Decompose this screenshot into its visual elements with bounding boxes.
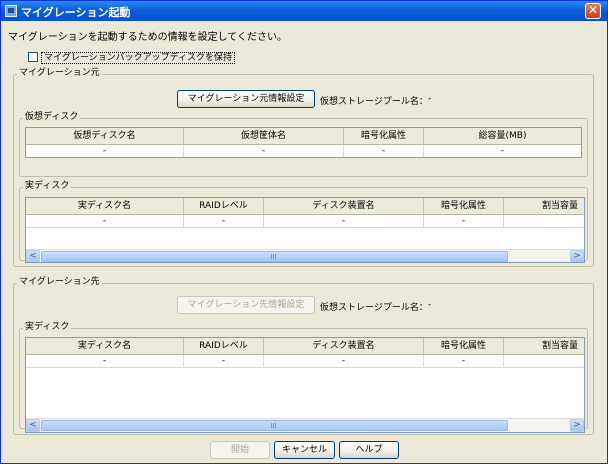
table-cell: - xyxy=(184,355,264,367)
dest-pool-label: 仮想ストレージプール名： xyxy=(320,303,428,313)
column-header[interactable]: RAIDレベル xyxy=(184,198,264,214)
dest-real-disk-legend: 実ディスク xyxy=(23,322,72,333)
source-real-disk-legend: 実ディスク xyxy=(23,181,72,192)
table-cell: - xyxy=(26,215,184,227)
window-title: マイグレーション起動 xyxy=(21,6,131,19)
keep-backup-label[interactable]: マイグレーションバックアップディスクを保持 xyxy=(41,52,236,64)
table-cell: - xyxy=(504,215,585,227)
instruction-text: マイグレーションを起動するための情報を設定してください。 xyxy=(8,32,287,43)
column-header[interactable]: 仮想ディスク名 xyxy=(26,128,184,144)
table-cell: - xyxy=(184,145,344,157)
source-virtual-disk-legend: 仮想ディスク xyxy=(23,112,81,123)
scroll-thumb[interactable] xyxy=(41,420,508,431)
cancel-button[interactable]: キャンセル xyxy=(274,441,335,459)
table-cell: - xyxy=(264,215,424,227)
source-info-button[interactable]: マイグレーション元情報設定 xyxy=(177,90,315,108)
dest-real-disk-table[interactable]: 実ディスク名 RAIDレベル ディスク装置名 暗号化属性 割当容量 - - - … xyxy=(25,337,585,433)
table-cell: - xyxy=(424,215,504,227)
column-header[interactable]: 実ディスク名 xyxy=(26,198,184,214)
dest-info-button[interactable]: マイグレーション先情報設定 xyxy=(177,296,315,314)
table-cell: - xyxy=(424,145,581,157)
table-cell: - xyxy=(264,355,424,367)
dest-horizontal-scrollbar[interactable]: < > xyxy=(26,418,584,432)
table-cell: - xyxy=(184,215,264,227)
source-pool-value: - xyxy=(428,94,432,104)
column-header[interactable]: 総容量(MB) xyxy=(424,128,581,144)
source-pool-label: 仮想ストレージプール名： xyxy=(320,97,428,107)
column-header[interactable]: 暗号化属性 xyxy=(344,128,424,144)
dest-legend: マイグレーション先 xyxy=(17,277,102,288)
source-horizontal-scrollbar[interactable]: < > xyxy=(26,249,584,262)
dest-pool-value: - xyxy=(428,300,432,310)
column-header[interactable]: 実ディスク名 xyxy=(26,338,184,354)
keep-backup-checkbox[interactable] xyxy=(28,52,38,62)
help-button[interactable]: ヘルプ xyxy=(339,441,399,459)
table-cell: - xyxy=(424,355,504,367)
table-cell: - xyxy=(26,355,184,367)
source-legend: マイグレーション元 xyxy=(17,68,102,79)
scroll-right-arrow[interactable]: > xyxy=(570,419,584,432)
table-cell: - xyxy=(504,355,585,367)
column-header[interactable]: 暗号化属性 xyxy=(424,198,504,214)
scroll-left-arrow[interactable]: < xyxy=(26,419,40,432)
column-header[interactable]: ディスク装置名 xyxy=(264,198,424,214)
migration-start-dialog: マイグレーション起動 ✕ マイグレーションを起動するための情報を設定してください… xyxy=(0,0,608,464)
column-header[interactable]: 仮想筐体名 xyxy=(184,128,344,144)
close-button[interactable]: ✕ xyxy=(585,3,601,19)
scroll-left-arrow[interactable]: < xyxy=(26,250,40,262)
scroll-thumb[interactable] xyxy=(41,251,508,262)
source-real-disk-table[interactable]: 実ディスク名 RAIDレベル ディスク装置名 暗号化属性 割当容量 - - - … xyxy=(25,197,585,263)
column-header[interactable]: ディスク装置名 xyxy=(264,338,424,354)
column-header[interactable]: RAIDレベル xyxy=(184,338,264,354)
table-cell: - xyxy=(344,145,424,157)
start-button[interactable]: 開始 xyxy=(210,441,270,459)
table-cell: - xyxy=(26,145,184,157)
source-virtual-disk-table[interactable]: 仮想ディスク名 仮想筐体名 暗号化属性 総容量(MB) - - - - xyxy=(25,127,582,158)
title-bar[interactable]: マイグレーション起動 ✕ xyxy=(1,1,607,21)
column-header[interactable]: 割当容量 xyxy=(504,198,584,214)
column-header[interactable]: 暗号化属性 xyxy=(424,338,504,354)
app-icon xyxy=(5,5,17,17)
scroll-right-arrow[interactable]: > xyxy=(570,250,584,262)
column-header[interactable]: 割当容量 xyxy=(504,338,584,354)
